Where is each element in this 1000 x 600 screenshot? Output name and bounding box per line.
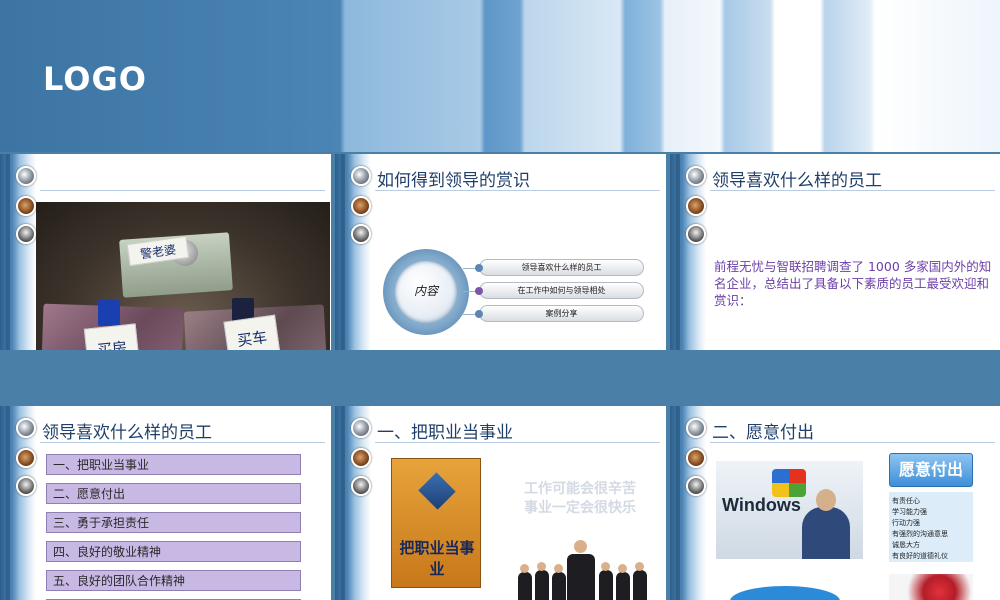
blue-oval-shape [730, 586, 840, 600]
title-divider [40, 442, 325, 443]
bullet-dot [475, 310, 483, 318]
agenda-item: 案例分享 [479, 305, 644, 322]
person-figure [567, 554, 595, 600]
bullet-dot [475, 264, 483, 272]
slogan-line: 工作可能会很辛苦 [524, 481, 636, 497]
cube-icon [418, 472, 456, 510]
slide-title: 领导喜欢什么样的员工 [42, 423, 212, 443]
slide-thumbnail-2[interactable]: 如何得到领导的赏识 内容 领导喜欢什么样的员工 在工作中如何与领导相处 案例分享 [335, 154, 666, 350]
logo: LOGO [43, 60, 147, 98]
slogan-text: 工作可能会很辛苦 事业一定会很快乐 [505, 480, 655, 518]
globe-icon [686, 418, 706, 438]
slide-thumbnail-4[interactable]: 领导喜欢什么样的员工 一、把职业当事业 二、愿意付出 三、勇于承担责任 四、良好… [0, 406, 331, 600]
rose-photo [889, 574, 973, 600]
title-divider [375, 442, 660, 443]
list-item: 三、勇于承担责任 [46, 512, 301, 533]
trait-item: 诚恳大方 [892, 541, 920, 549]
person-head [537, 562, 546, 571]
slogan-line: 事业一定会很快乐 [524, 500, 636, 516]
book-cover: 把职业当事业 [391, 458, 481, 588]
person-figure [616, 572, 630, 600]
team-icon [686, 224, 706, 244]
person-head [635, 562, 644, 571]
slide-body-text: 前程无忧与智联招聘调查了 1000 多家国内外的知名企业，总结出了具备以下素质的… [714, 259, 992, 308]
bullet-dot [475, 287, 483, 295]
slide-title: 一、把职业当事业 [377, 423, 513, 443]
person-head [554, 564, 563, 573]
person-icon [351, 196, 371, 216]
title-divider [375, 190, 660, 191]
person-figure [599, 570, 613, 600]
windows-logo-text: Windows [722, 495, 801, 515]
trait-item: 学习能力强 [892, 508, 927, 516]
agenda-item: 在工作中如何与领导相处 [479, 282, 644, 299]
header-banner: LOGO [0, 0, 1000, 152]
windows-flag-icon [772, 469, 806, 497]
globe-icon [351, 166, 371, 186]
person-icon [351, 448, 371, 468]
title-divider [710, 190, 995, 191]
person-figure [518, 572, 532, 600]
agenda-item: 领导喜欢什么样的员工 [479, 259, 644, 276]
person-figure [633, 570, 647, 600]
globe-icon [16, 166, 36, 186]
slide-title: 如何得到领导的赏识 [377, 171, 530, 191]
book-title: 把职业当事业 [399, 539, 475, 578]
list-item: 一、把职业当事业 [46, 454, 301, 475]
windows-presenter-photo: Windows [716, 461, 863, 559]
list-item: 二、愿意付出 [46, 483, 301, 504]
globe-icon [16, 418, 36, 438]
slide-thumbnail-5[interactable]: 一、把职业当事业 把职业当事业 工作可能会很辛苦 事业一定会很快乐 [335, 406, 666, 600]
title-divider [710, 442, 995, 443]
team-icon [686, 476, 706, 496]
person-head [618, 564, 627, 573]
slide-thumbnail-1[interactable]: 警老婆 买房 买车 [0, 154, 331, 350]
team-icon [16, 476, 36, 496]
person-head [601, 562, 610, 571]
trait-item: 行动力强 [892, 519, 920, 527]
presenter-body [802, 507, 850, 559]
list-item: 四、良好的敬业精神 [46, 541, 301, 562]
list-item: 五、良好的团队合作精神 [46, 570, 301, 591]
slide-title: 领导喜欢什么样的员工 [712, 171, 882, 191]
willing-to-give-banner: 愿意付出 [889, 453, 973, 487]
team-icon [351, 476, 371, 496]
person-icon [16, 196, 36, 216]
trait-item: 有责任心 [892, 497, 920, 505]
person-head [520, 564, 529, 573]
person-head [574, 540, 587, 553]
presenter-head [816, 489, 836, 511]
person-icon [16, 448, 36, 468]
slide-title: 二、愿意付出 [712, 423, 814, 443]
paper-note: 买车 [223, 314, 281, 350]
person-icon [686, 196, 706, 216]
title-divider [40, 190, 325, 191]
trait-item: 有强烈的沟通意思 [892, 530, 948, 538]
trait-item: 有良好的道德礼仪 [892, 552, 948, 560]
team-icon [351, 224, 371, 244]
paper-note: 买房 [83, 323, 141, 350]
slide-thumbnail-3[interactable]: 领导喜欢什么样的员工 前程无忧与智联招聘调查了 1000 多家国内外的知名企业，… [670, 154, 1000, 350]
money-photo: 警老婆 买房 买车 [36, 202, 330, 350]
globe-icon [351, 418, 371, 438]
slide-thumbnail-6[interactable]: 二、愿意付出 Windows 愿意付出 有责任心 学习能力强 行动力强 有强烈的… [670, 406, 1000, 600]
person-figure [552, 572, 566, 600]
person-figure [535, 570, 549, 600]
traits-list: 有责任心 学习能力强 行动力强 有强烈的沟通意思 诚恳大方 有良好的道德礼仪 [889, 492, 973, 562]
globe-icon [686, 166, 706, 186]
binder-clip [98, 300, 120, 326]
diagram-center-label: 内容 [413, 284, 438, 298]
person-icon [686, 448, 706, 468]
team-icon [16, 224, 36, 244]
